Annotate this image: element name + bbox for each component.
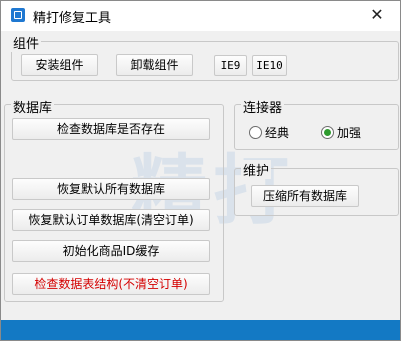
- window-title: 精打修复工具: [33, 11, 112, 26]
- app-icon: [11, 8, 25, 22]
- compress-all-databases-button[interactable]: 压缩所有数据库: [251, 185, 359, 207]
- database-group-label: 数据库: [11, 97, 55, 116]
- maintenance-group-label: 维护: [241, 160, 272, 179]
- status-bar: [1, 320, 400, 340]
- check-database-exists-button[interactable]: 检查数据库是否存在: [12, 118, 210, 140]
- uninstall-components-button[interactable]: 卸载组件: [116, 54, 193, 76]
- ie9-button[interactable]: IE9: [214, 55, 247, 76]
- title-bar: 精打修复工具 ✕: [1, 1, 400, 31]
- connector-enhanced-radio[interactable]: [321, 126, 334, 139]
- components-group-label: 组件: [11, 33, 42, 52]
- connector-classic-radio[interactable]: [249, 126, 262, 139]
- init-goods-id-cache-button[interactable]: 初始化商品ID缓存: [12, 240, 210, 262]
- close-icon[interactable]: ✕: [362, 4, 392, 26]
- connector-group-label: 连接器: [241, 97, 285, 116]
- connector-classic-label[interactable]: 经典: [265, 124, 289, 141]
- check-table-structure-button[interactable]: 检查数据表结构(不清空订单): [12, 273, 210, 295]
- restore-order-database-button[interactable]: 恢复默认订单数据库(清空订单): [12, 209, 210, 231]
- install-components-button[interactable]: 安装组件: [21, 54, 98, 76]
- restore-all-databases-button[interactable]: 恢复默认所有数据库: [12, 178, 210, 200]
- app-window: 精打修复工具 ✕ 精打 组件 安装组件 卸载组件 IE9 IE10 数据库 检查…: [0, 0, 401, 341]
- ie10-button[interactable]: IE10: [252, 55, 287, 76]
- connector-enhanced-label[interactable]: 加强: [337, 124, 361, 141]
